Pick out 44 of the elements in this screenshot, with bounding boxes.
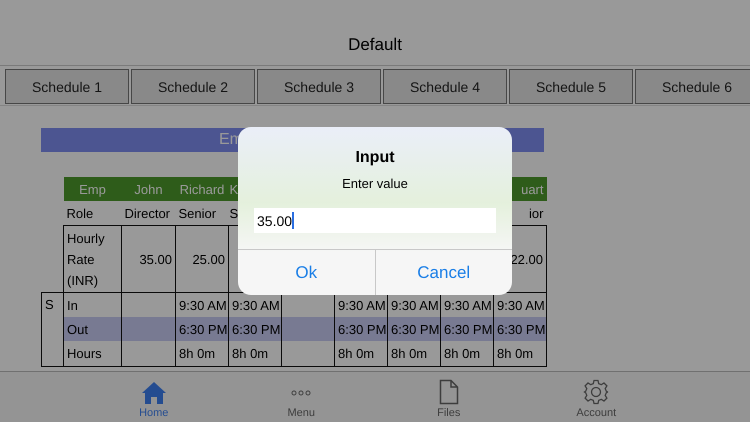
file-icon (438, 379, 459, 405)
page-title: Default (348, 35, 402, 55)
tab-bar-item[interactable]: Home (108, 372, 199, 422)
schedule-tab[interactable]: Schedule 2 (131, 69, 255, 104)
dialog-button[interactable]: Ok (238, 250, 376, 295)
table-cell: 8h 0m (494, 341, 546, 366)
table-cell: 8h 0m (176, 341, 228, 366)
schedule-tab[interactable]: Schedule 5 (509, 69, 633, 104)
table-cell: 8h 0m (228, 341, 282, 366)
table-cell: Hourly Rate (INR) (64, 226, 122, 292)
input-field[interactable]: 35.00 (254, 208, 496, 233)
schedule-tab[interactable]: Schedule 4 (383, 69, 507, 104)
schedule-tab[interactable]: Schedule 6 (635, 69, 750, 104)
tab-bar-item[interactable]: Account (551, 372, 642, 422)
table-cell: 8h 0m (334, 341, 388, 366)
table-cell: 6:30 PM (494, 317, 546, 341)
table-cell: Hours (64, 341, 122, 366)
table-cell: Director (122, 201, 176, 226)
table-cell: Out (64, 317, 122, 341)
table-cell: 6:30 PM (176, 317, 228, 341)
table-cell: 8h 0m (388, 341, 440, 366)
dialog-title: Input (355, 149, 395, 167)
table-cell: 35.00 (122, 226, 176, 292)
table-cell: 25.00 (176, 226, 228, 292)
column-header: Richard (176, 177, 228, 201)
table-cell: 6:30 PM (440, 317, 494, 341)
table-cell: Role (64, 201, 122, 226)
dialog-message: Enter value (342, 176, 408, 191)
table-cell: S (42, 292, 64, 366)
home-icon (140, 381, 167, 405)
settings-icon (583, 379, 610, 405)
more-icon (291, 390, 312, 396)
schedule-tab[interactable]: Schedule 3 (257, 69, 381, 104)
schedule-tab[interactable]: Schedule 1 (5, 69, 129, 104)
table-cell: 6:30 PM (388, 317, 440, 341)
table-cell: Senior (176, 201, 228, 226)
tab-bar-item[interactable]: Menu (256, 372, 346, 422)
text-cursor (292, 212, 294, 229)
column-header: Emp (64, 177, 122, 201)
column-header: John (122, 177, 176, 201)
table-cell: 6:30 PM (334, 317, 388, 341)
table-cell: 6:30 PM (228, 317, 282, 341)
table-cell: 8h 0m (440, 341, 494, 366)
tab-bar-item[interactable]: Files (404, 372, 494, 422)
